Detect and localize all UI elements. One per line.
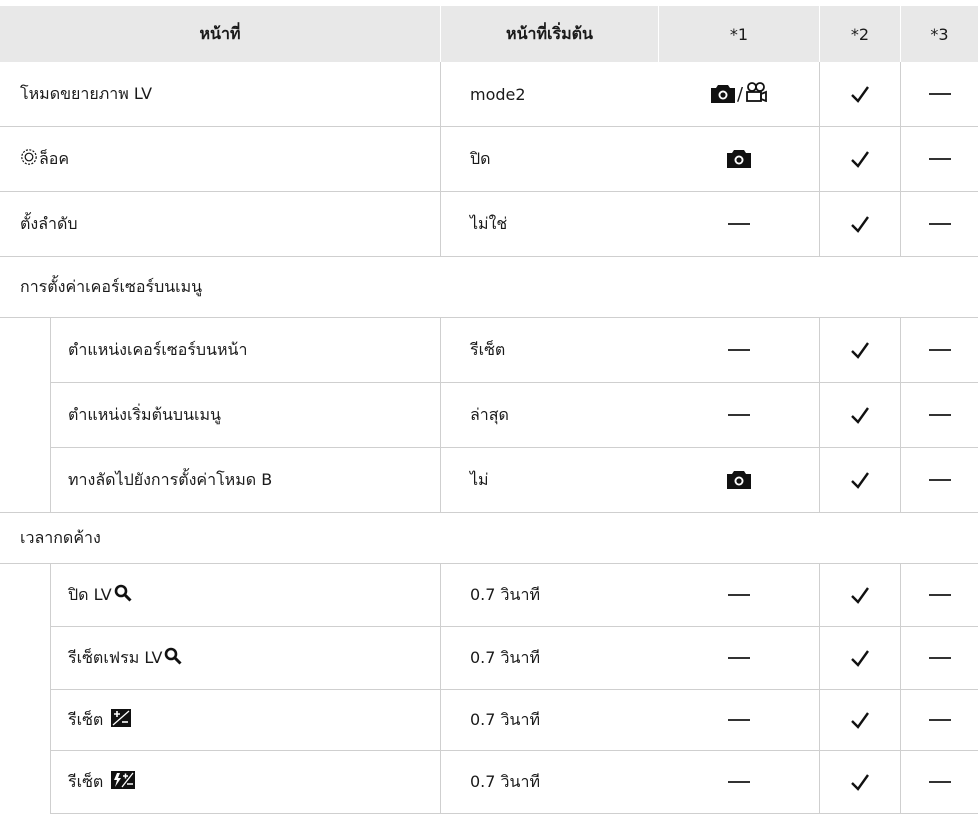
check-icon (820, 751, 900, 813)
dash-icon (901, 318, 978, 382)
check-icon (820, 383, 900, 447)
table-row: รีเซ็ต 0.7 วินาที (0, 751, 978, 813)
dash-icon (901, 751, 978, 813)
table-row: โหมดขยายภาพ LV mode2 / (0, 62, 978, 126)
row-label: ล็อค (20, 127, 440, 191)
table-row: ล็อค ปิด (0, 127, 978, 191)
check-icon (820, 127, 900, 191)
exposure-comp-icon (111, 709, 132, 731)
row-default: ไม่ใช่ (470, 213, 508, 233)
camera-icon (659, 127, 819, 191)
dash-icon (659, 192, 819, 256)
dash-icon (901, 383, 978, 447)
row-default: 0.7 วินาที (470, 647, 540, 667)
row-label: ทางลัดไปยังการตั้งค่าโหมด B (68, 469, 273, 489)
table-row: ทางลัดไปยังการตั้งค่าโหมด B ไม่ (0, 448, 978, 512)
dash-icon (901, 62, 978, 126)
table-row: ตำแหน่งเริ่มต้นบนเมนู ล่าสุด (0, 383, 978, 447)
check-icon (820, 448, 900, 512)
section-header: เวลากดค้าง (0, 513, 978, 563)
check-icon (820, 690, 900, 750)
camera-icon (659, 448, 819, 512)
section-header: การตั้งค่าเคอร์เซอร์บนเมนู (0, 257, 978, 317)
dash-icon (901, 690, 978, 750)
row-default: ล่าสุด (470, 404, 509, 424)
dash-icon (659, 627, 819, 689)
row-default: 0.7 วินาที (470, 584, 540, 604)
header-default: หน้าที่เริ่มต้น (506, 23, 593, 43)
movie-icon (744, 82, 768, 106)
row-default: รีเซ็ต (470, 339, 506, 359)
row-label: ตำแหน่งเริ่มต้นบนเมนู (68, 404, 221, 424)
row-default: mode2 (470, 84, 526, 104)
dash-icon (901, 127, 978, 191)
header-col2: *2 (850, 24, 870, 44)
section-title: เวลากดค้าง (20, 527, 101, 547)
row-label: รีเซ็ต (68, 751, 440, 813)
row-default: 0.7 วินาที (470, 709, 540, 729)
magnify-icon (164, 647, 182, 669)
row-label: รีเซ็ตเฟรม LV (68, 627, 440, 689)
header-col1: *1 (729, 24, 749, 44)
check-icon (820, 192, 900, 256)
check-icon (820, 627, 900, 689)
magnify-icon (114, 584, 132, 606)
flash-exposure-comp-icon (111, 771, 136, 793)
dash-icon (659, 690, 819, 750)
dash-icon (659, 751, 819, 813)
dash-icon (901, 192, 978, 256)
row-label: ปิด LV (68, 564, 440, 626)
header-function: หน้าที่ (199, 23, 241, 43)
row-label: โหมดขยายภาพ LV (20, 83, 153, 103)
dash-icon (659, 318, 819, 382)
row-label: ตั้งลำดับ (20, 213, 78, 233)
dial-icon (20, 148, 38, 170)
header-col3: *3 (930, 24, 949, 44)
check-icon (820, 62, 900, 126)
dash-icon (901, 564, 978, 626)
check-icon (820, 318, 900, 382)
row-default: ปิด (470, 148, 491, 168)
dash-icon (659, 383, 819, 447)
table-row: ตำแหน่งเคอร์เซอร์บนหน้า รีเซ็ต (0, 318, 978, 382)
dash-icon (659, 564, 819, 626)
check-icon (820, 564, 900, 626)
col1-value: / (659, 62, 819, 126)
row-label: ตำแหน่งเคอร์เซอร์บนหน้า (68, 339, 248, 359)
row-default: ไม่ (470, 469, 489, 489)
row-label: รีเซ็ต (68, 690, 440, 750)
table-row: รีเซ็ตเฟรม LV 0.7 วินาที (0, 627, 978, 689)
table-header-row: หน้าที่ หน้าที่เริ่มต้น *1 *2 *3 (0, 6, 978, 62)
section-title: การตั้งค่าเคอร์เซอร์บนเมนู (20, 276, 203, 296)
dash-icon (901, 448, 978, 512)
camera-icon (710, 84, 736, 104)
table-row: ตั้งลำดับ ไม่ใช่ (0, 192, 978, 256)
table-row: ปิด LV 0.7 วินาที (0, 564, 978, 626)
row-default: 0.7 วินาที (470, 771, 540, 791)
table-row: รีเซ็ต 0.7 วินาที (0, 690, 978, 750)
dash-icon (901, 627, 978, 689)
